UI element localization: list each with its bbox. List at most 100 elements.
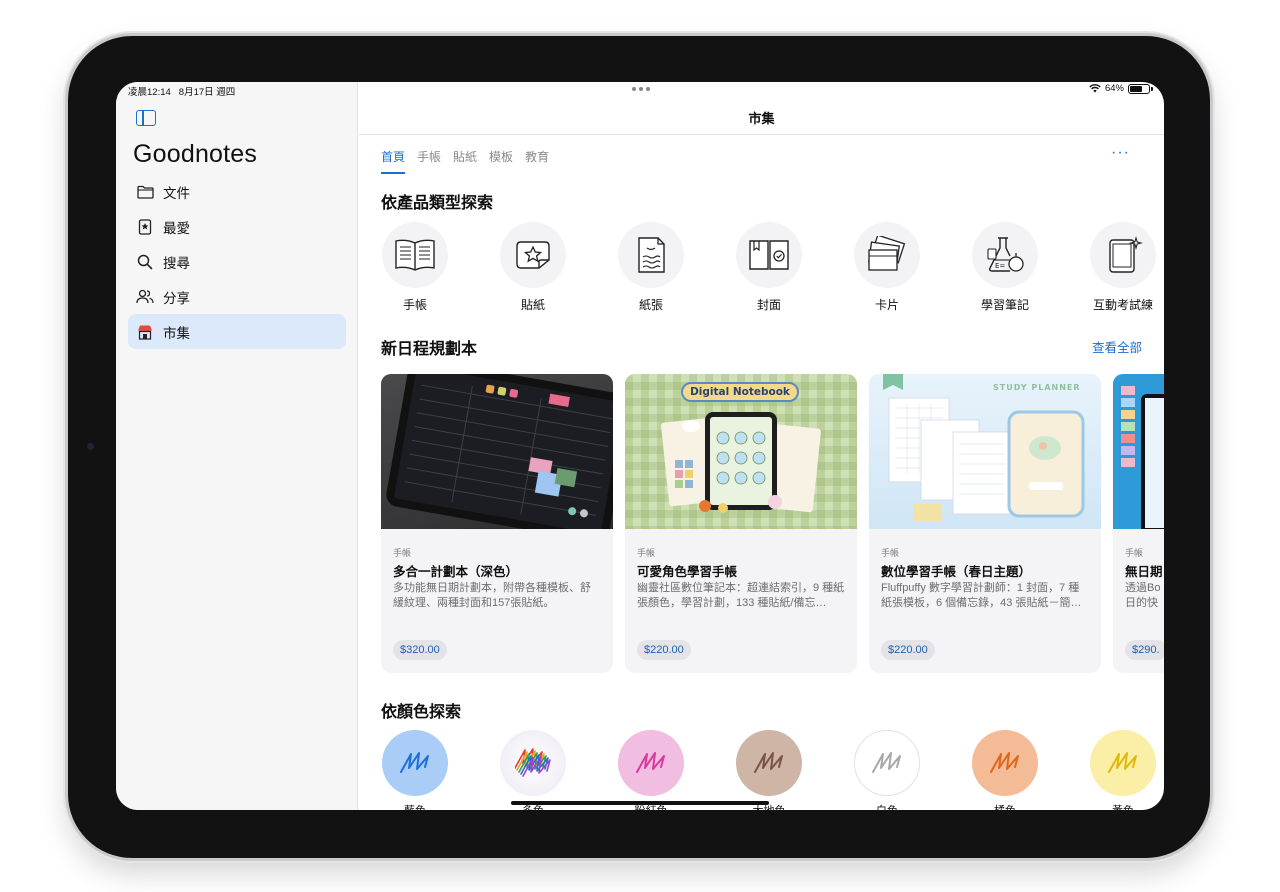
color-label: 藍色 xyxy=(365,802,465,810)
open-book-icon xyxy=(382,222,448,288)
card-category: 手帳 xyxy=(393,548,412,558)
card-category: 手帳 xyxy=(881,548,900,558)
color-label: 橘色 xyxy=(955,802,1055,810)
color-row: 藍色 多色 粉紅色 大地色 白色 橘色 xyxy=(381,730,1164,810)
planner-card[interactable]: 手帳 無日期 透過Bo日的快 $290. xyxy=(1113,374,1164,673)
card-category: 手帳 xyxy=(637,548,656,558)
app-title: Goodnotes xyxy=(133,140,258,168)
color-swatch xyxy=(854,730,920,796)
card-thumbnail-dark-planner xyxy=(381,374,613,529)
sidebar-item-label: 文件 xyxy=(163,185,190,201)
planner-card-list: 手帳 多合一計劃本（深色） 多功能無日期計劃本，附帶各種模板、舒緩紋理、兩種封面… xyxy=(381,374,1164,674)
card-title: 多合一計劃本（深色） xyxy=(393,565,519,579)
color-orange[interactable]: 橘色 xyxy=(955,730,1055,810)
page-title: 市集 xyxy=(748,111,775,126)
tab-bar: 首頁 手帳 貼紙 模板 教育 xyxy=(381,148,561,174)
tab-templates[interactable]: 模板 xyxy=(489,148,513,174)
sidebar-item-label: 市集 xyxy=(163,325,190,341)
paper-icon xyxy=(618,222,684,288)
sidebar-nav: 文件 最愛 搜尋 分享 市集 xyxy=(128,174,346,349)
card-description: 幽靈社區數位筆記本：超連結索引，9 種紙張顏色，學習計劃，133 種貼紙/備忘… xyxy=(637,582,845,609)
category-stickers[interactable]: 貼紙 xyxy=(483,222,583,313)
planner-card[interactable]: STUDY PLANNER 手帳 數位學習手帳（春日主題） Fluffpuffy… xyxy=(869,374,1101,673)
category-label: 貼紙 xyxy=(520,298,545,312)
multitask-dots[interactable] xyxy=(632,87,650,91)
scribble-icon xyxy=(515,748,551,777)
category-covers[interactable]: 封面 xyxy=(719,222,819,313)
sidebar-item-marketplace[interactable]: 市集 xyxy=(128,314,346,349)
status-time: 凌晨12:14 xyxy=(128,87,171,98)
battery-percent: 64% xyxy=(1104,83,1124,94)
store-icon xyxy=(136,323,154,341)
sidebar-item-label: 分享 xyxy=(163,290,190,306)
sidebar-item-shared[interactable]: 分享 xyxy=(128,279,346,314)
color-earth[interactable]: 大地色 xyxy=(719,730,819,810)
color-blue[interactable]: 藍色 xyxy=(365,730,465,810)
category-label: 封面 xyxy=(756,298,781,312)
card-description: 多功能無日期計劃本，附帶各種模板、舒緩紋理、兩種封面和157張貼紙。 xyxy=(393,582,591,609)
svg-text:E=: E= xyxy=(995,262,1005,270)
bookmark-star-icon xyxy=(136,218,154,236)
card-price[interactable]: $220.00 xyxy=(881,640,935,660)
card-price[interactable]: $220.00 xyxy=(637,640,691,660)
sidebar: Goodnotes 文件 最愛 搜尋 分享 市集 xyxy=(116,82,358,810)
planner-card[interactable]: 手帳 多合一計劃本（深色） 多功能無日期計劃本，附帶各種模板、舒緩紋理、兩種封面… xyxy=(381,374,613,673)
sidebar-item-documents[interactable]: 文件 xyxy=(128,174,346,209)
scribble-icon xyxy=(872,752,901,773)
tab-stickers[interactable]: 貼紙 xyxy=(453,148,477,174)
tab-home[interactable]: 首頁 xyxy=(381,148,406,174)
sticker-star-icon xyxy=(500,222,566,288)
battery-icon xyxy=(1128,83,1153,94)
home-indicator[interactable] xyxy=(511,801,769,805)
category-row: 手帳 貼紙 紙張 封面 卡片 E= 學習筆記 互動考試練 xyxy=(381,222,1164,312)
category-planners[interactable]: 手帳 xyxy=(365,222,465,313)
color-label: 黃色 xyxy=(1073,802,1164,810)
color-swatch xyxy=(618,730,684,796)
front-camera xyxy=(87,443,94,450)
category-interactive-quiz[interactable]: 互動考試練 xyxy=(1073,222,1164,313)
card-price[interactable]: $290. xyxy=(1125,640,1164,660)
status-time-date: 凌晨12:14 8月17日 週四 xyxy=(128,84,243,98)
sidebar-item-label: 最愛 xyxy=(163,220,190,236)
scribble-icon xyxy=(1108,752,1137,773)
sidebar-toggle-icon[interactable] xyxy=(136,110,156,126)
category-paper[interactable]: 紙張 xyxy=(601,222,701,313)
section-title-colors: 依顏色探索 xyxy=(381,704,462,721)
category-label: 卡片 xyxy=(874,298,899,312)
color-multi[interactable]: 多色 xyxy=(483,730,583,810)
color-pink[interactable]: 粉紅色 xyxy=(601,730,701,810)
sidebar-item-search[interactable]: 搜尋 xyxy=(128,244,346,279)
category-cards[interactable]: 卡片 xyxy=(837,222,937,313)
card-description: Fluffpuffy 數字學習計劃師：1 封面，7 種紙張模板，6 個備忘錄，4… xyxy=(881,582,1082,609)
search-icon xyxy=(136,253,154,271)
category-label: 紙張 xyxy=(638,298,663,312)
color-swatch xyxy=(736,730,802,796)
status-right: 64% xyxy=(1089,83,1153,94)
color-swatch xyxy=(500,730,566,796)
color-label: 白色 xyxy=(837,802,937,810)
card-thumbnail-undated-planner xyxy=(1113,374,1164,529)
people-icon xyxy=(136,288,154,306)
card-title: 可愛角色學習手帳 xyxy=(637,565,738,579)
cover-icon xyxy=(736,222,802,288)
scribble-icon xyxy=(400,752,429,773)
see-all-link[interactable]: 查看全部 xyxy=(1092,337,1142,356)
color-yellow[interactable]: 黃色 xyxy=(1073,730,1164,810)
color-white[interactable]: 白色 xyxy=(837,730,937,810)
category-label: 互動考試練 xyxy=(1092,298,1153,312)
card-price[interactable]: $320.00 xyxy=(393,640,447,660)
planner-card[interactable]: Digital Notebook 手帳 可愛角色學習手帳 幽靈社區數位筆記本：超… xyxy=(625,374,857,673)
tab-education[interactable]: 教育 xyxy=(525,148,549,174)
header-divider xyxy=(359,134,1164,135)
screen: 凌晨12:14 8月17日 週四 64% Goodnotes 文件 最愛 搜尋 xyxy=(116,82,1164,810)
scribble-icon xyxy=(990,752,1019,773)
tab-planners[interactable]: 手帳 xyxy=(417,148,441,174)
main-content: 市集 首頁 手帳 貼紙 模板 教育 ··· 依產品類型探索 手帳 貼紙 紙張 封… xyxy=(359,82,1164,810)
category-study-notes[interactable]: E= 學習筆記 xyxy=(955,222,1055,313)
sidebar-item-favorites[interactable]: 最愛 xyxy=(128,209,346,244)
color-swatch xyxy=(972,730,1038,796)
color-swatch xyxy=(1090,730,1156,796)
more-options-button[interactable]: ··· xyxy=(1111,144,1130,162)
sidebar-item-label: 搜尋 xyxy=(163,255,190,271)
card-thumbnail-study-planner: STUDY PLANNER xyxy=(869,374,1101,529)
